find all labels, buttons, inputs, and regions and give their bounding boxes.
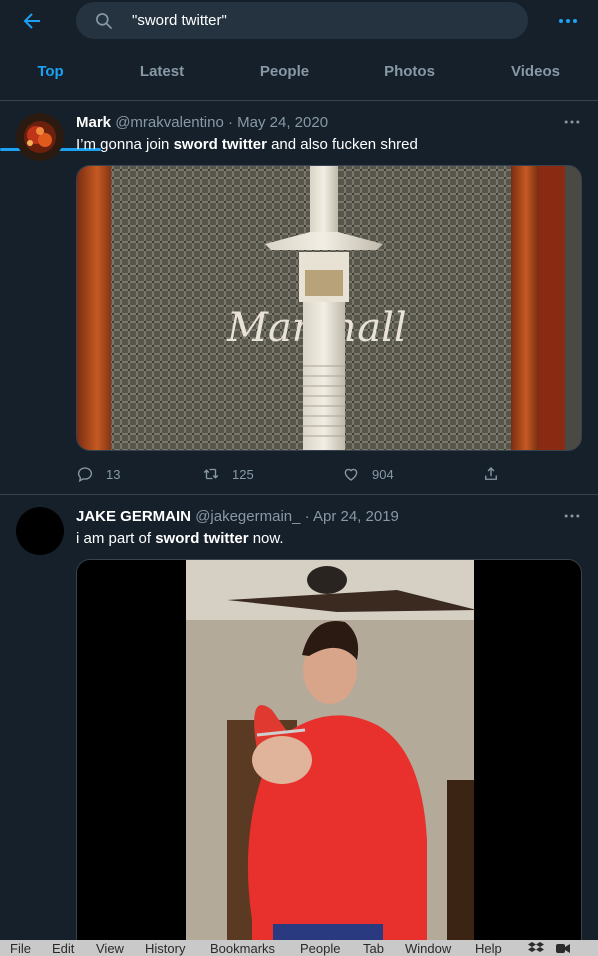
dropbox-icon[interactable] xyxy=(528,942,544,955)
avatar[interactable] xyxy=(16,113,64,161)
more-icon xyxy=(559,19,577,23)
like-count: 904 xyxy=(372,466,394,482)
tweet-text-part: i am part of xyxy=(76,530,156,547)
menu-bookmarks[interactable]: Bookmarks xyxy=(210,940,275,956)
search-term-highlight: sword twitter xyxy=(155,530,249,547)
retweet-button[interactable]: 125 xyxy=(202,463,254,485)
retweet-icon xyxy=(203,468,219,480)
avatar-image xyxy=(16,113,64,161)
tab-top[interactable]: Top xyxy=(0,52,101,100)
author-name[interactable]: JAKE GERMAIN xyxy=(76,508,191,525)
search-box[interactable] xyxy=(76,2,528,39)
tweet-text-part: and also fucken shred xyxy=(266,136,418,153)
tweet-date[interactable]: May 24, 2020 xyxy=(237,114,328,131)
tweet-image[interactable]: Marshall xyxy=(76,165,582,451)
search-input[interactable] xyxy=(132,2,512,39)
tweet-header: Mark @mrakvalentino · May 24, 2020 xyxy=(76,114,328,131)
tweet-actions: 13 125 904 xyxy=(76,463,516,485)
tweet-text: i am part of sword twitter now. xyxy=(76,530,284,547)
reply-icon xyxy=(77,467,93,483)
menu-history[interactable]: History xyxy=(145,940,185,956)
more-icon[interactable] xyxy=(562,112,582,132)
menu-edit[interactable]: Edit xyxy=(52,940,74,956)
tab-photos[interactable]: Photos xyxy=(346,52,473,100)
facetime-icon[interactable] xyxy=(556,943,570,954)
like-button[interactable]: 904 xyxy=(342,463,394,485)
top-bar xyxy=(0,0,598,42)
share-button[interactable] xyxy=(482,463,512,485)
tweet-text-part: now. xyxy=(248,530,284,547)
tweet-video[interactable] xyxy=(76,559,582,940)
back-button[interactable] xyxy=(20,9,44,33)
more-options-button[interactable] xyxy=(556,9,580,33)
menu-tab[interactable]: Tab xyxy=(363,940,384,956)
tweet-text: I’m gonna join sword twitter and also fu… xyxy=(76,136,418,153)
tab-videos[interactable]: Videos xyxy=(473,52,598,100)
menu-help[interactable]: Help xyxy=(475,940,502,956)
search-tabs: Top Latest People Photos Videos xyxy=(0,52,598,151)
avatar[interactable] xyxy=(16,507,64,555)
menu-view[interactable]: View xyxy=(96,940,124,956)
retweet-count: 125 xyxy=(232,466,254,482)
reply-count: 13 xyxy=(106,466,121,482)
tweet-header: JAKE GERMAIN @jakegermain_ · Apr 24, 201… xyxy=(76,508,399,525)
tab-people[interactable]: People xyxy=(223,52,346,100)
menu-file[interactable]: File xyxy=(10,940,31,956)
back-arrow-icon xyxy=(23,13,40,29)
amp-sword-photo: Marshall xyxy=(77,166,581,450)
menu-window[interactable]: Window xyxy=(405,940,451,956)
search-icon xyxy=(96,13,112,29)
reply-button[interactable]: 13 xyxy=(76,463,120,485)
like-icon xyxy=(344,468,358,481)
separator: · xyxy=(304,508,310,525)
menu-people[interactable]: People xyxy=(300,940,340,956)
menu-bar: File Edit View History Bookmarks People … xyxy=(0,940,598,956)
separator: · xyxy=(227,114,233,131)
tweet-text-part: I’m gonna join xyxy=(76,136,174,153)
author-name[interactable]: Mark xyxy=(76,114,111,131)
tweet-date[interactable]: Apr 24, 2019 xyxy=(313,508,399,525)
author-handle[interactable]: @mrakvalentino xyxy=(115,114,224,131)
tweet[interactable]: Mark @mrakvalentino · May 24, 2020 I’m g… xyxy=(0,101,598,494)
video-frame xyxy=(77,560,581,940)
author-handle[interactable]: @jakegermain_ xyxy=(195,508,300,525)
more-icon[interactable] xyxy=(562,506,582,526)
tweet[interactable]: JAKE GERMAIN @jakegermain_ · Apr 24, 201… xyxy=(0,495,598,940)
share-icon xyxy=(485,467,497,480)
search-term-highlight: sword twitter xyxy=(173,136,267,153)
tab-latest[interactable]: Latest xyxy=(101,52,223,100)
